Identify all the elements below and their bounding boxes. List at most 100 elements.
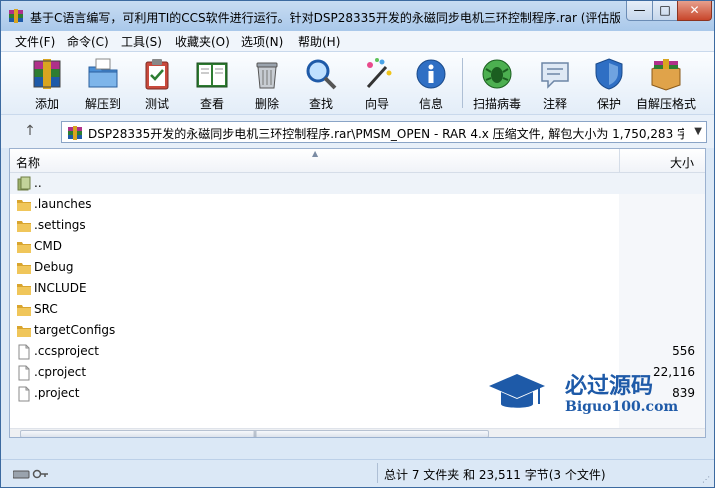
sfx-box-icon (651, 59, 681, 91)
column-size-header[interactable]: 大小 (670, 154, 694, 171)
virus-scan-button[interactable]: 扫描病毒 (467, 54, 527, 112)
sfx-label: 自解压格式 (635, 97, 696, 111)
menu-tools[interactable]: 工具(S) (121, 33, 162, 50)
folder-icon (17, 326, 31, 337)
title-bar[interactable]: 基于C语言编写，可利用TI的CCS软件进行运行。针对DSP28335开发的永磁同… (1, 1, 714, 31)
file-row-name: CMD (34, 239, 62, 253)
find-button[interactable]: 查找 (295, 54, 347, 112)
virus-scan-label: 扫描病毒 (472, 97, 521, 111)
file-row[interactable]: Debug (10, 257, 705, 278)
file-row-name: .project (34, 386, 80, 400)
graduation-cap-icon (489, 374, 545, 408)
extract-to-button[interactable]: 解压到 (75, 54, 131, 112)
sfx-button[interactable]: 自解压格式 (635, 54, 697, 112)
drive-key-icon (13, 469, 48, 479)
file-row[interactable]: .settings (10, 215, 705, 236)
find-magnifier-icon (306, 59, 337, 90)
status-bar: 总计 7 文件夹 和 23,511 字节(3 个文件) ⋰ (1, 459, 714, 487)
menu-commands[interactable]: 命令(C) (67, 33, 109, 50)
folder-icon (17, 221, 31, 232)
minimize-icon: — (633, 3, 646, 17)
column-header: 名称 ▲ 大小 (10, 149, 705, 173)
maximize-icon: □ (659, 3, 671, 17)
archive-icon (68, 126, 82, 140)
delete-trash-icon (256, 62, 278, 89)
minimize-button[interactable]: — (626, 1, 653, 21)
comment-button[interactable]: 注释 (529, 54, 581, 112)
address-path-text: DSP28335开发的永磁同步电机三环控制程序.rar\PMSM_OPEN - … (88, 127, 684, 141)
file-row-name: SRC (34, 302, 58, 316)
watermark-logo: 必过源码 Biguo100.com (483, 366, 698, 421)
view-book-icon (196, 62, 228, 88)
address-path-field[interactable]: DSP28335开发的永磁同步电机三环控制程序.rar\PMSM_OPEN - … (61, 121, 707, 143)
add-label: 添加 (34, 97, 59, 111)
view-button[interactable]: 查看 (185, 54, 239, 112)
scrollbar-thumb[interactable]: ||| (20, 430, 489, 437)
folder-icon (17, 263, 31, 274)
info-label: 信息 (418, 97, 443, 111)
folder-icon (17, 284, 31, 295)
extract-to-label: 解压到 (84, 97, 121, 111)
folder-icon (17, 242, 31, 253)
file-row-name: INCLUDE (34, 281, 87, 295)
wizard-wand-icon (366, 58, 392, 89)
add-archive-icon (33, 59, 61, 89)
resize-grip-icon[interactable]: ⋰ (702, 475, 712, 485)
info-button[interactable]: 信息 (405, 54, 457, 112)
delete-button[interactable]: 删除 (241, 54, 293, 112)
file-icon (18, 344, 30, 360)
file-row-name: .ccsproject (34, 344, 99, 358)
menu-help[interactable]: 帮助(H) (298, 33, 340, 50)
folder-icon (17, 305, 31, 316)
column-name-header[interactable]: 名称 (16, 154, 40, 171)
menu-options[interactable]: 选项(N) (241, 33, 283, 50)
menu-favorites[interactable]: 收藏夹(O) (175, 33, 230, 50)
file-row-parent[interactable]: .. (10, 173, 705, 194)
close-icon: ✕ (689, 3, 700, 17)
comment-icon (541, 62, 569, 89)
maximize-button[interactable]: □ (652, 1, 678, 21)
parent-folder-icon (17, 176, 31, 191)
file-icon (18, 386, 30, 402)
toolbar: 添加 解压到 测试 查看 删除 查找 向导 信息 扫描病毒 注释 保护 自解压格… (1, 51, 714, 114)
sort-ascending-icon: ▲ (312, 149, 319, 158)
status-summary: 总计 7 文件夹 和 23,511 字节(3 个文件) (384, 468, 606, 482)
watermark-title: 必过源码 (565, 373, 654, 399)
horizontal-scrollbar[interactable]: ||| (10, 428, 705, 437)
test-label: 测试 (144, 97, 169, 111)
file-row-name: .settings (34, 218, 86, 232)
file-row[interactable]: CMD (10, 236, 705, 257)
watermark-url: Biguo100.com (565, 399, 679, 415)
file-row-name: targetConfigs (34, 323, 116, 337)
address-bar: ↑ DSP28335开发的永磁同步电机三环控制程序.rar\PMSM_OPEN … (1, 114, 714, 148)
file-icon (18, 365, 30, 381)
status-divider (377, 463, 378, 483)
test-clipboard-icon (145, 59, 169, 90)
delete-label: 删除 (254, 97, 279, 111)
protect-button[interactable]: 保护 (583, 54, 635, 112)
up-arrow-icon[interactable]: ↑ (21, 123, 39, 141)
comment-label: 注释 (542, 97, 567, 111)
menu-file[interactable]: 文件(F) (15, 33, 55, 50)
file-row-name: .. (34, 176, 42, 190)
file-row-name: Debug (34, 260, 74, 274)
info-icon (416, 59, 446, 89)
test-button[interactable]: 测试 (131, 54, 183, 112)
wizard-button[interactable]: 向导 (351, 54, 403, 112)
chevron-down-icon[interactable]: ▼ (694, 126, 702, 137)
file-row[interactable]: INCLUDE (10, 278, 705, 299)
shield-icon (595, 58, 623, 90)
column-divider[interactable] (619, 149, 620, 173)
virus-scan-icon (482, 59, 512, 89)
file-row-name: .launches (34, 197, 92, 211)
extract-folder-icon (88, 58, 118, 88)
file-row[interactable]: SRC (10, 299, 705, 320)
file-row[interactable]: .launches (10, 194, 705, 215)
file-row[interactable]: targetConfigs (10, 320, 705, 341)
file-row-name: .cproject (34, 365, 87, 379)
wizard-label: 向导 (364, 97, 389, 111)
file-row[interactable]: .ccsproject 556 (10, 341, 705, 362)
add-button[interactable]: 添加 (19, 54, 75, 112)
close-button[interactable]: ✕ (677, 1, 712, 21)
toolbar-separator (462, 58, 463, 108)
